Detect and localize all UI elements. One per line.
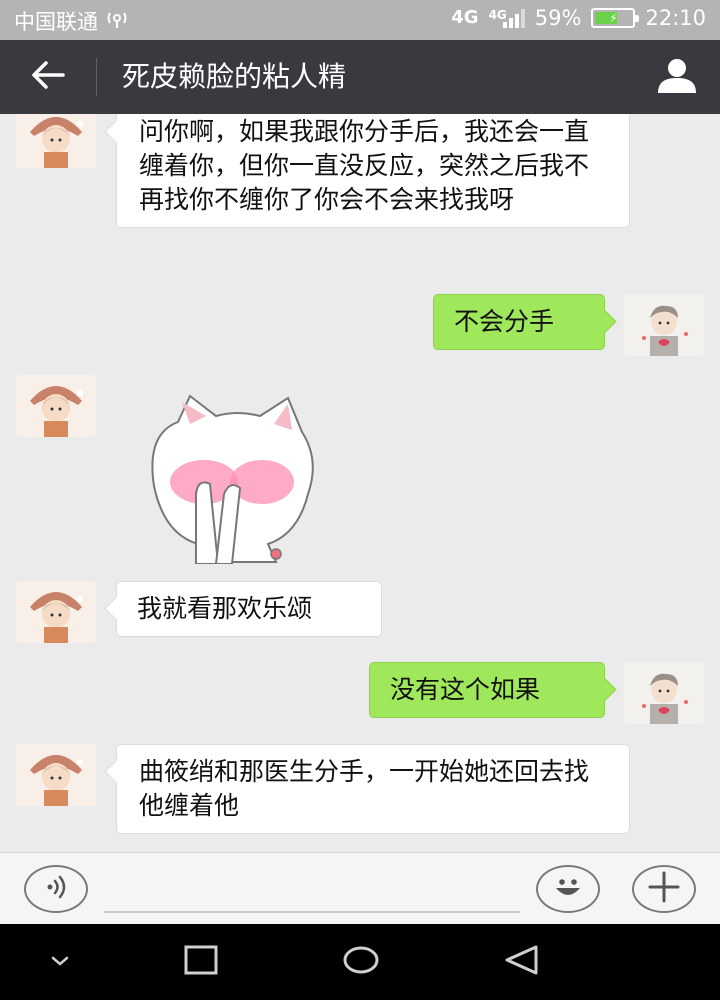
message-bubble-sent[interactable]: 不会分手: [433, 294, 605, 350]
message-input[interactable]: [104, 867, 520, 913]
triangle-back-icon: [503, 944, 539, 980]
chat-info-button[interactable]: [654, 55, 700, 99]
back-nav-button[interactable]: [491, 938, 551, 986]
chevron-down-icon: [48, 953, 72, 972]
emoji-icon: [548, 872, 588, 906]
message-text: 问你啊，如果我跟你分手后，我还会一直缠着你，但你一直没反应，突然之后我不再找你不…: [139, 117, 590, 214]
message-text: 我就看那欢乐颂: [137, 594, 313, 623]
clock: 22:10: [645, 6, 706, 30]
input-bar: [0, 852, 720, 924]
contact-avatar[interactable]: [16, 581, 96, 643]
circle-icon: [342, 945, 380, 979]
message-text: 曲筱绡和那医生分手，一开始她还回去找他缠着他: [139, 757, 590, 820]
person-icon: [656, 56, 698, 98]
battery-icon: ⚡: [591, 8, 640, 28]
title-divider: [96, 58, 97, 96]
message-text: 不会分手: [454, 307, 555, 336]
more-options-button[interactable]: [632, 865, 696, 913]
square-icon: [184, 945, 218, 979]
plus-icon: [647, 870, 681, 908]
message-bubble-received[interactable]: 问你啊，如果我跟你分手后，我还会一直缠着你，但你一直没反应，突然之后我不再找你不…: [116, 114, 630, 228]
carrier-label: 中国联通: [14, 10, 98, 34]
hotspot-icon: [106, 9, 128, 34]
home-button[interactable]: [331, 938, 391, 986]
contact-avatar[interactable]: [16, 114, 96, 168]
status-right: 4G 4G 59% ⚡ 22:10: [451, 6, 706, 30]
title-bar: 死皮赖脸的粘人精: [0, 40, 720, 114]
arrow-left-icon: [30, 60, 66, 94]
charging-bolt-icon: ⚡: [609, 11, 618, 25]
system-nav-bar: [0, 924, 720, 1000]
chat-title: 死皮赖脸的粘人精: [122, 60, 347, 93]
contact-avatar[interactable]: [16, 375, 96, 437]
emoji-button[interactable]: [536, 865, 600, 913]
recent-apps-button[interactable]: [171, 938, 231, 986]
battery-percent: 59%: [534, 6, 582, 30]
voice-input-button[interactable]: [24, 865, 88, 913]
my-avatar[interactable]: [624, 294, 704, 356]
my-avatar[interactable]: [624, 662, 704, 724]
chat-area[interactable]: 问你啊，如果我跟你分手后，我还会一直缠着你，但你一直没反应，突然之后我不再找你不…: [0, 114, 720, 852]
message-bubble-received[interactable]: 曲筱绡和那医生分手，一开始她还回去找他缠着他: [116, 744, 630, 834]
network-type-2: 4G: [488, 8, 507, 22]
status-bar: 中国联通 4G 4G 59% ⚡ 22:10: [0, 0, 720, 40]
voice-icon: [41, 874, 71, 904]
network-type-1: 4G: [451, 7, 479, 28]
back-button[interactable]: [20, 53, 76, 101]
hide-keyboard-button[interactable]: [30, 938, 90, 986]
message-bubble-sent[interactable]: 没有这个如果: [369, 662, 605, 718]
status-left: 中国联通: [14, 6, 128, 36]
blushing-cat-sticker[interactable]: [138, 394, 318, 565]
message-bubble-received[interactable]: 我就看那欢乐颂: [116, 581, 382, 637]
contact-avatar[interactable]: [16, 744, 96, 806]
message-text: 没有这个如果: [390, 675, 541, 704]
